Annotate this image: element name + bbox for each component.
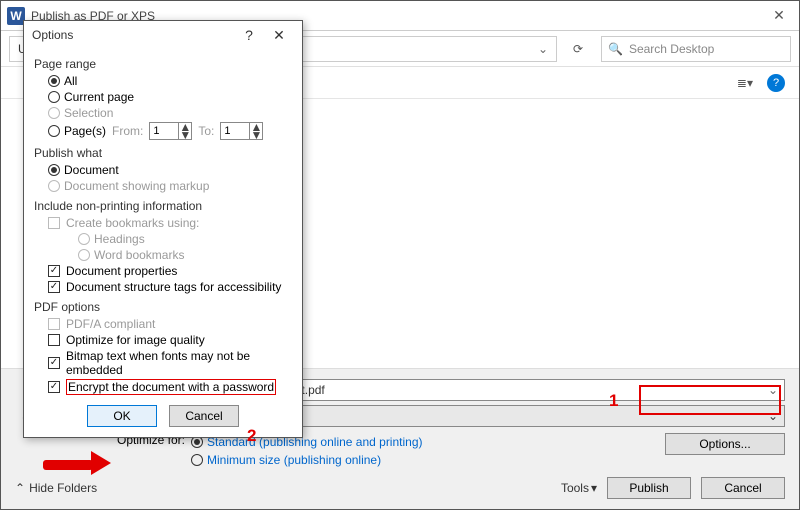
annotation-box-options (639, 385, 781, 415)
chevron-down-icon[interactable]: ⌄ (538, 42, 548, 56)
pagerange-selection-radio: Selection (48, 106, 292, 120)
create-bookmarks-checkbox: Create bookmarks using: (48, 216, 292, 230)
structure-tags-checkbox[interactable]: Document structure tags for accessibilit… (48, 280, 292, 294)
from-label: From: (112, 124, 143, 138)
chevron-up-icon: ⌃ (15, 481, 25, 495)
annotation-number-one: 1 (609, 391, 618, 411)
publish-document-radio[interactable]: Document (48, 163, 292, 177)
options-dialog: Options ? ✕ Page range All Current page … (23, 20, 303, 438)
cancel-button[interactable]: Cancel (701, 477, 785, 499)
section-page-range: Page range (34, 57, 292, 71)
bookmarks-headings-radio: Headings (78, 232, 292, 246)
dialog-cancel-button[interactable]: Cancel (169, 405, 239, 427)
pagerange-pages-radio[interactable]: Page(s) (48, 124, 106, 138)
encrypt-checkbox[interactable]: Encrypt the document with a password (48, 379, 292, 395)
document-properties-checkbox[interactable]: Document properties (48, 264, 292, 278)
refresh-button[interactable]: ⟳ (565, 36, 591, 62)
publish-button[interactable]: Publish (607, 477, 691, 499)
hide-folders-toggle[interactable]: ⌃ Hide Folders (15, 481, 97, 495)
tools-dropdown[interactable]: Tools ▾ (561, 481, 597, 495)
options-button[interactable]: Options... (665, 433, 785, 455)
page-to-spinner[interactable]: ▲▼ (220, 122, 263, 140)
to-label: To: (198, 124, 214, 138)
view-options-button[interactable]: ≣▾ (737, 76, 753, 90)
search-placeholder: Search Desktop (629, 42, 714, 56)
ok-button[interactable]: OK (87, 405, 157, 427)
optimize-minimum-radio[interactable]: Minimum size (publishing online) (191, 453, 422, 467)
pagerange-all-radio[interactable]: All (48, 74, 292, 88)
bitmap-text-checkbox[interactable]: Bitmap text when fonts may not be embedd… (48, 349, 292, 377)
section-nonprint: Include non-printing information (34, 199, 292, 213)
annotation-arrow (43, 458, 111, 475)
search-icon: 🔍 (608, 42, 623, 56)
annotation-number-two: 2 (247, 426, 256, 446)
search-input[interactable]: 🔍 Search Desktop (601, 36, 791, 62)
bookmarks-word-radio: Word bookmarks (78, 248, 292, 262)
close-icon[interactable]: ✕ (759, 7, 799, 24)
page-from-spinner[interactable]: ▲▼ (149, 122, 192, 140)
dialog-title: Options (32, 28, 73, 42)
chevron-down-icon: ▾ (591, 481, 597, 495)
pdfa-checkbox: PDF/A compliant (48, 317, 292, 331)
pagerange-current-radio[interactable]: Current page (48, 90, 292, 104)
section-pdf-options: PDF options (34, 300, 292, 314)
publish-markup-radio: Document showing markup (48, 179, 292, 193)
image-quality-checkbox[interactable]: Optimize for image quality (48, 333, 292, 347)
help-button[interactable]: ? (767, 74, 785, 92)
dialog-help-icon[interactable]: ? (234, 27, 264, 43)
dialog-close-icon[interactable]: ✕ (264, 27, 294, 44)
section-publish-what: Publish what (34, 146, 292, 160)
